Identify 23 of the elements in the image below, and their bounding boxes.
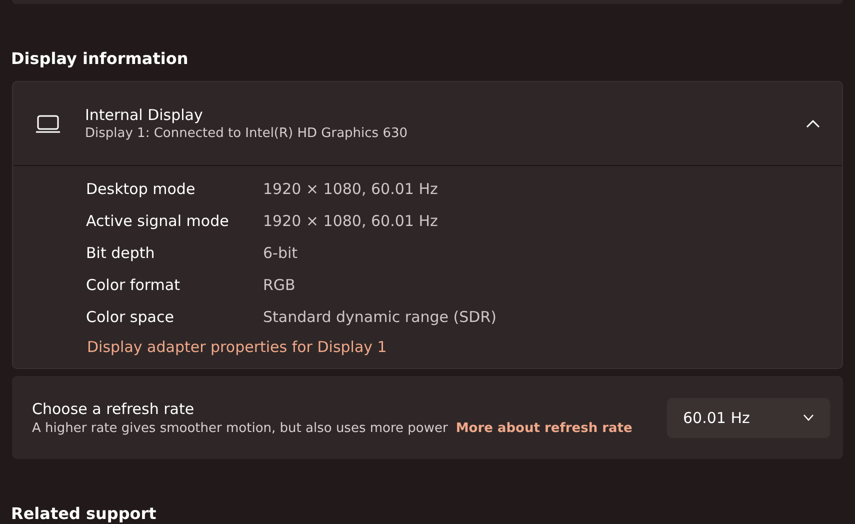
refresh-rate-dropdown[interactable]: 60.01 Hz [667,398,830,438]
property-label: Color space [86,308,175,328]
chevron-icon [803,414,814,421]
display-connection: Display 1: Connected to Intel(R) HD Graphics 630 [85,126,409,141]
refresh-rate-link[interactable]: More about refresh rate [456,420,632,436]
property-value: 6-bit [263,244,299,264]
property-label: Desktop mode [86,180,196,200]
property-label: Bit depth [86,244,156,264]
display-header[interactable]: Internal Display Display 1: Connected to Intel(R) HD Graphics 630 [13,82,842,166]
chevron-icon [806,120,820,128]
property-value: Standard dynamic range (SDR) [263,308,496,328]
property-value: RGB [263,276,296,296]
property-label: Color format [86,276,181,296]
display-name: Internal Display [85,106,204,124]
property-value: 1920 × 1080, 60.01 Hz [263,180,439,200]
adapter-properties-link[interactable]: Display adapter properties for Display 1 [87,338,387,356]
laptop-icon [35,114,61,132]
section-heading: Related support [11,504,158,523]
setting-description: A higher rate gives smoother motion, but also uses more power [32,420,448,436]
property-label: Active signal mode [86,212,230,232]
property-value: 1920 × 1080, 60.01 Hz [263,212,439,232]
section-heading: Display information [11,49,190,70]
setting-title: Choose a refresh rate [32,400,196,418]
